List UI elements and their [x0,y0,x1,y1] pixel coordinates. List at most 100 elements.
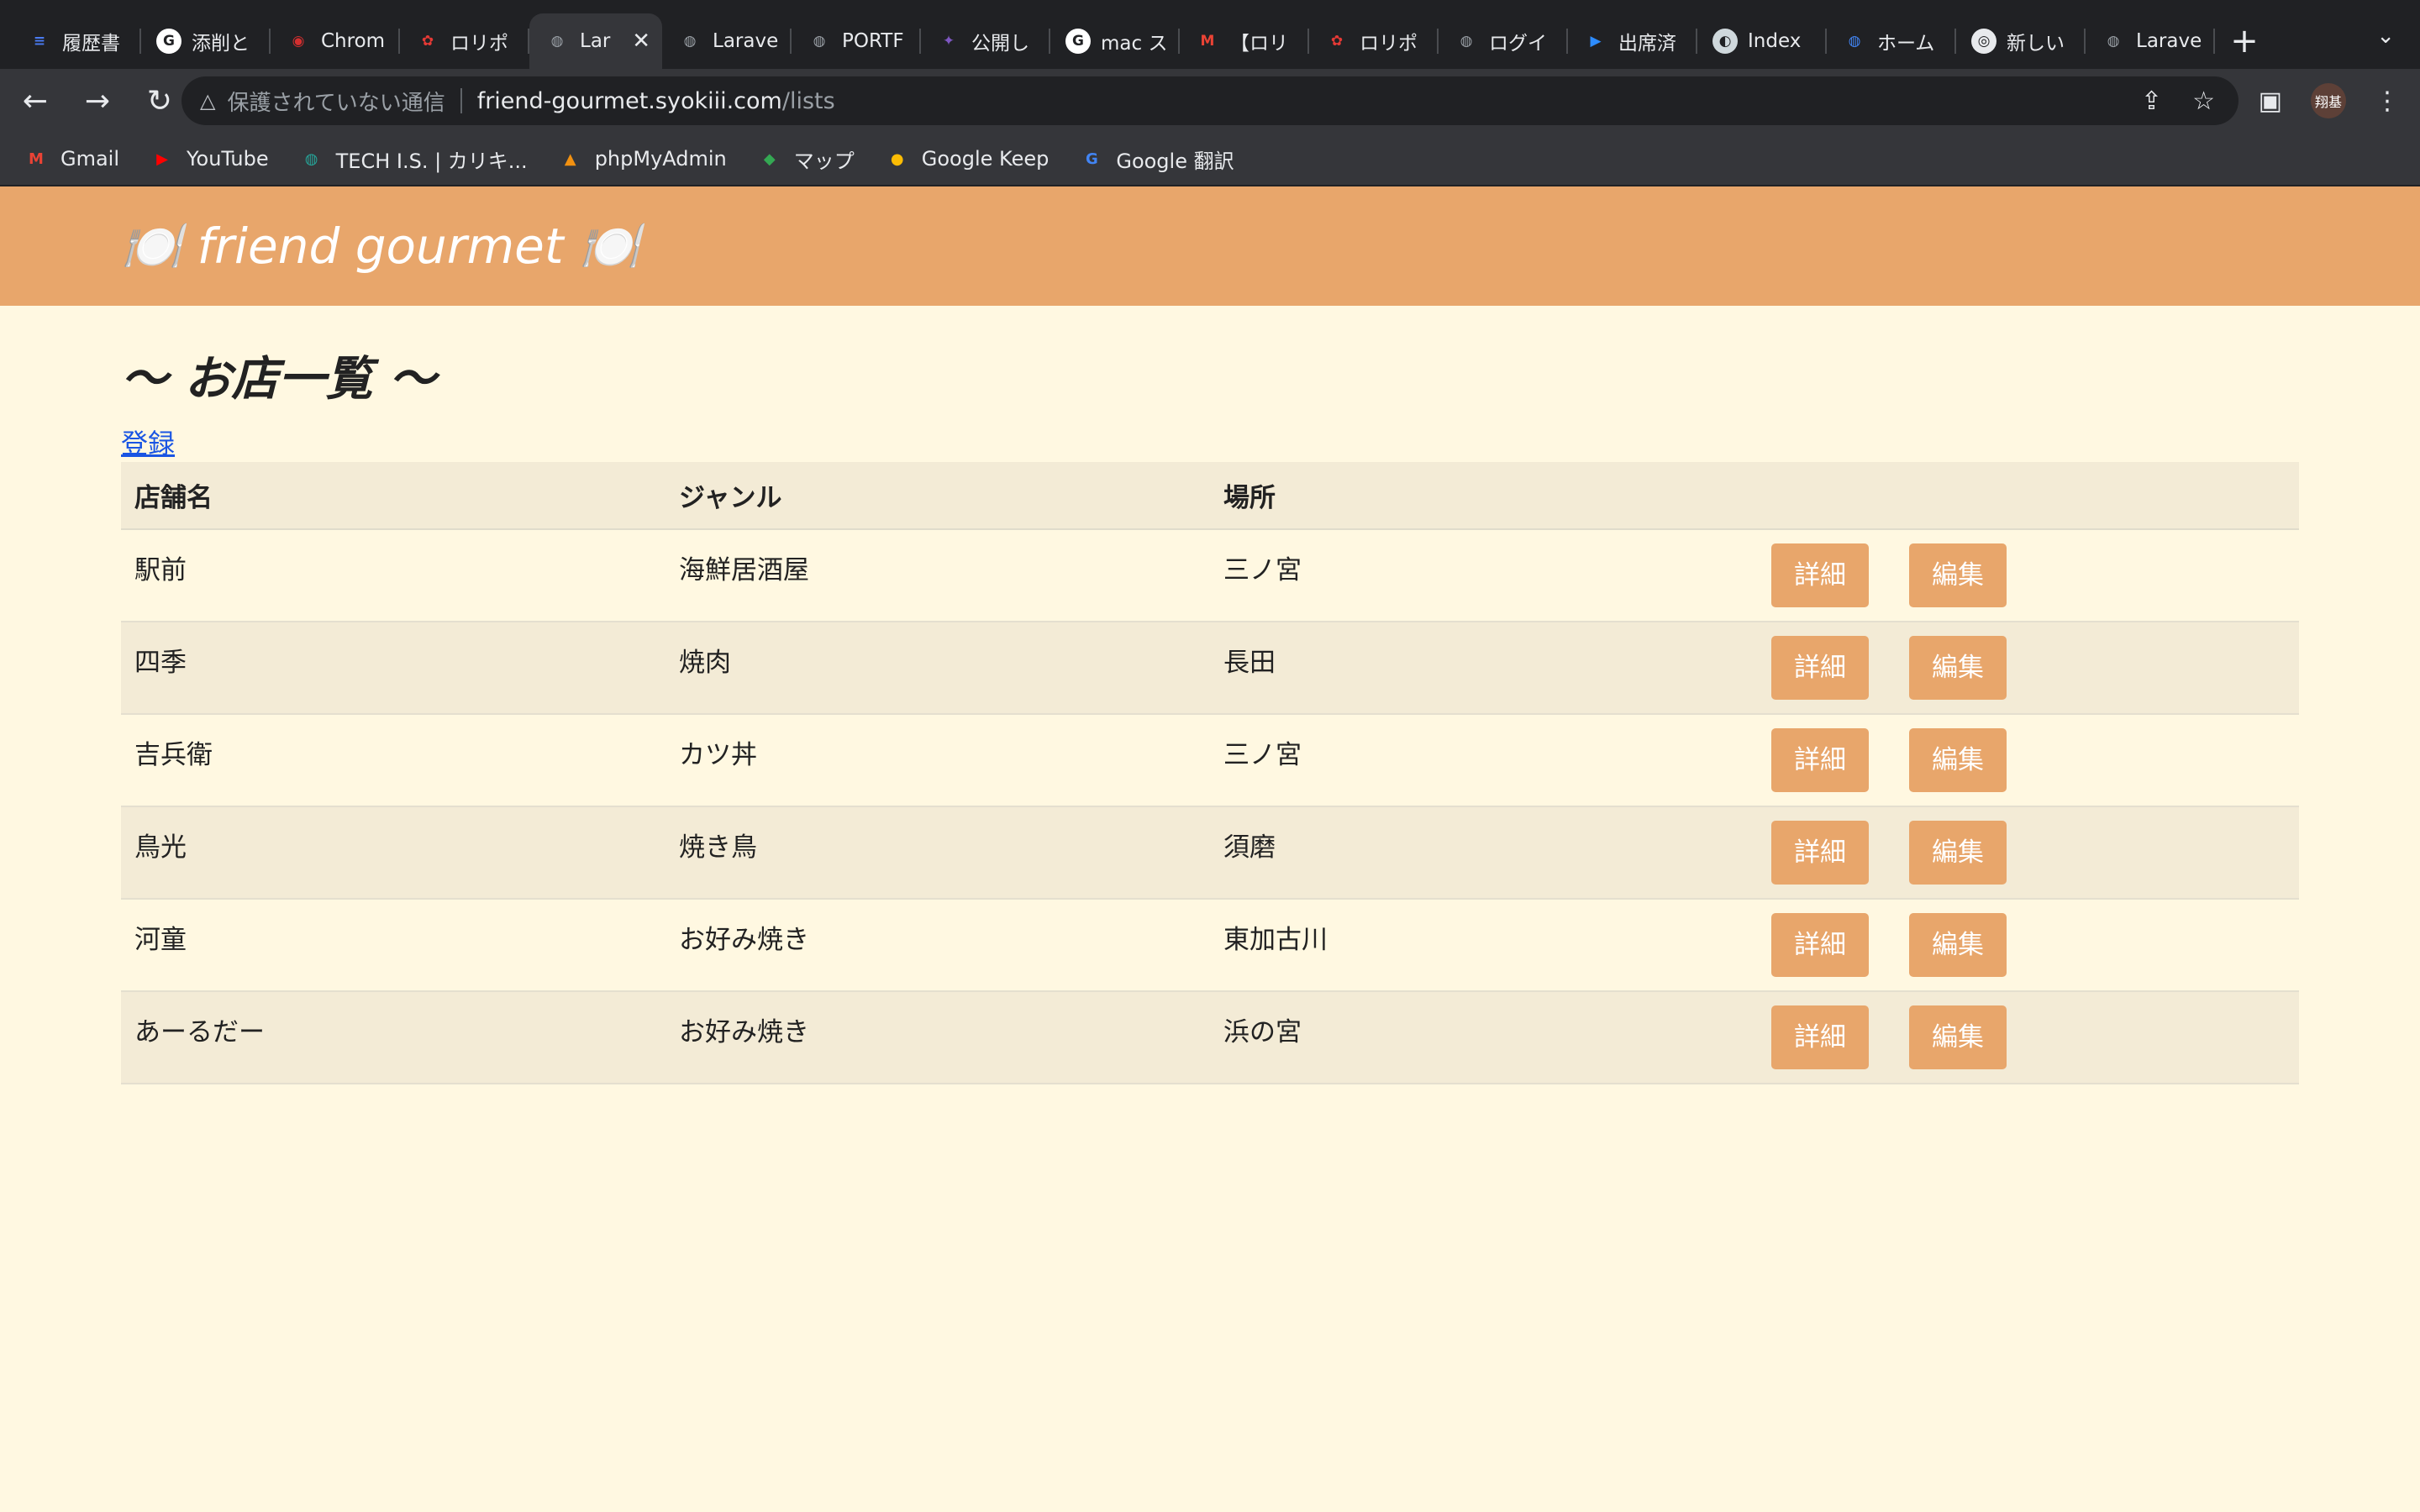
close-tab-icon[interactable]: ✕ [632,29,650,54]
table-row: 駅前 海鮮居酒屋 三ノ宮 詳細 編集 [121,529,2299,622]
browser-tab[interactable]: ✦ 公開し [921,13,1050,69]
browser-tab[interactable]: ✿ ロリポ [400,13,529,69]
browser-tab[interactable]: G 添削と [141,13,271,69]
new-tab-button[interactable]: + [2215,13,2274,69]
browser-tab[interactable]: ≡ 履歴書 [12,13,141,69]
menu-icon[interactable]: ⋮ [2375,87,2400,116]
tab-list: ≡ 履歴書 G 添削と ◉ Chrom ✿ ロリポ ◍ Lar ✕ ◍ Larave ◍ PORTF ✦ 公開し… [12,13,2215,69]
bookmark-item[interactable]: ◍ TECH I.S. | カリキ... [299,144,528,174]
bookmark-item[interactable]: M Gmail [24,146,119,171]
omnibox-divider [460,88,462,113]
detail-button[interactable]: 詳細 [1771,1005,1869,1069]
bookmark-item[interactable]: ▲ phpMyAdmin [558,146,727,171]
bookmark-item[interactable]: ▶ YouTube [150,146,269,171]
phpmyadmin-icon: ▲ [564,150,576,168]
browser-tab[interactable]: ◉ Chrom [271,13,400,69]
bookmark-star-icon[interactable]: ☆ [2192,87,2215,116]
zoom-icon: ▶ [1590,33,1602,50]
globe-icon: ◍ [550,33,564,50]
docs-icon: ≡ [33,33,46,50]
share-icon[interactable]: ⇪ [2141,87,2162,116]
url-host[interactable]: friend-gourmet.syokiii.com [477,88,782,114]
table-row: 河童 お好み焼き 東加古川 詳細 編集 [121,899,2299,992]
profile-avatar[interactable]: 翔基 [2311,83,2346,118]
browser-tab[interactable]: ◍ Larave [2086,13,2215,69]
detail-button[interactable]: 詳細 [1771,636,1869,700]
tab-title: Lar [580,30,611,52]
tab-title: Larave [2136,30,2202,52]
shop-name-cell: 駅前 [121,529,666,622]
browser-toolbar: ← → ↻ △ 保護されていない通信 friend-gourmet.syokii… [0,69,2420,133]
table-body: 駅前 海鮮居酒屋 三ノ宮 詳細 編集 四季 焼肉 長田 詳細 編集 吉兵衛 カツ丼 三ノ宮 詳細 編集 鳥光焼… [121,529,2299,1084]
bookmark-label: Google 翻訳 [1116,149,1234,173]
tab-title: ホーム [1877,33,1935,55]
tab-title: 出席済 [1618,33,1676,55]
warning-icon[interactable]: △ [200,89,215,113]
edit-button[interactable]: 編集 [1909,821,2007,885]
register-link[interactable]: 登録 [121,425,175,462]
security-status[interactable]: 保護されていない通信 [227,86,445,117]
main-content: 〜 お店一覧 〜 登録 店舗名 ジャンル 場所 駅前 海鮮居酒屋 三ノ宮 詳細 編集 四季… [121,306,2299,1084]
genre-cell: お好み焼き [666,991,1210,1084]
gmail-icon: M [1200,33,1215,50]
detail-button[interactable]: 詳細 [1771,821,1869,885]
browser-tab[interactable]: ✿ ロリポ [1309,13,1439,69]
browser-tab[interactable]: ◍ Lar ✕ [529,13,662,69]
genre-cell: カツ丼 [666,714,1210,807]
bookmark-label: phpMyAdmin [594,147,727,171]
place-cell: 浜の宮 [1210,991,1771,1084]
reload-button[interactable]: ↻ [133,74,187,128]
header-genre: ジャンル [666,462,1210,530]
bookmark-item[interactable]: G Google 翻訳 [1079,144,1234,174]
edit-button[interactable]: 編集 [1909,543,2007,607]
browser-tab[interactable]: Gmac ス [1050,13,1180,69]
browser-tab[interactable]: ◍ ホーム [1827,13,1956,69]
chrome-icon: ◎ [1971,29,1996,54]
tab-title: Larave [713,30,779,52]
detail-button[interactable]: 詳細 [1771,543,1869,607]
tab-title: 履歴書 [62,33,120,55]
table-row: 四季 焼肉 長田 詳細 編集 [121,622,2299,715]
youtube-icon: ▶ [156,150,168,168]
gmail-icon: M [29,150,44,168]
place-cell: 長田 [1210,622,1771,715]
browser-tab[interactable]: ◍ Larave [662,13,792,69]
forward-button[interactable]: → [71,74,124,128]
brand-logo[interactable]: 🍽️ friend gourmet 🍽️ [121,218,639,276]
edit-button[interactable]: 編集 [1909,636,2007,700]
chrome-red-icon: ◉ [292,33,305,50]
tab-search-icon[interactable]: ⌄ [2376,24,2395,49]
bookmark-item[interactable]: ● Google Keep [885,146,1049,171]
genre-cell: 海鮮居酒屋 [666,529,1210,622]
bookmark-item[interactable]: ◆ マップ [757,144,855,174]
url-path[interactable]: /lists [782,88,835,114]
shop-name-cell: 吉兵衛 [121,714,666,807]
google-icon: G [156,29,182,54]
place-cell: 須磨 [1210,806,1771,900]
browser-tab[interactable]: ▶ 出席済 [1568,13,1697,69]
detail-button[interactable]: 詳細 [1771,913,1869,977]
shop-name-cell: あーるだー [121,991,666,1084]
address-bar[interactable]: △ 保護されていない通信 friend-gourmet.syokiii.com … [182,76,2238,125]
browser-tab[interactable]: M 【ロリ [1180,13,1309,69]
edit-button[interactable]: 編集 [1909,1005,2007,1069]
browser-tab[interactable]: ◎ 新しい [1956,13,2086,69]
browser-tab[interactable]: ◍ ログイ [1439,13,1568,69]
browser-tab[interactable]: ◍ PORTF [792,13,921,69]
detail-button[interactable]: 詳細 [1771,728,1869,792]
globe-icon: ◍ [683,33,697,50]
side-panel-icon[interactable]: ▣ [2259,87,2282,116]
lolipop-icon: ✿ [421,33,434,50]
bookmark-label: Gmail [60,147,120,171]
edit-button[interactable]: 編集 [1909,728,2007,792]
google-icon: G [1065,29,1091,54]
genre-cell: 焼肉 [666,622,1210,715]
genre-cell: 焼き鳥 [666,806,1210,900]
back-button[interactable]: ← [8,74,62,128]
browser-tab[interactable]: ◐ Index [1697,13,1827,69]
place-cell: 三ノ宮 [1210,714,1771,807]
actions-cell: 詳細 編集 [1771,714,2299,807]
place-cell: 三ノ宮 [1210,529,1771,622]
edit-button[interactable]: 編集 [1909,913,2007,977]
omnibox-actions: ⇪ ☆ [2141,76,2215,125]
